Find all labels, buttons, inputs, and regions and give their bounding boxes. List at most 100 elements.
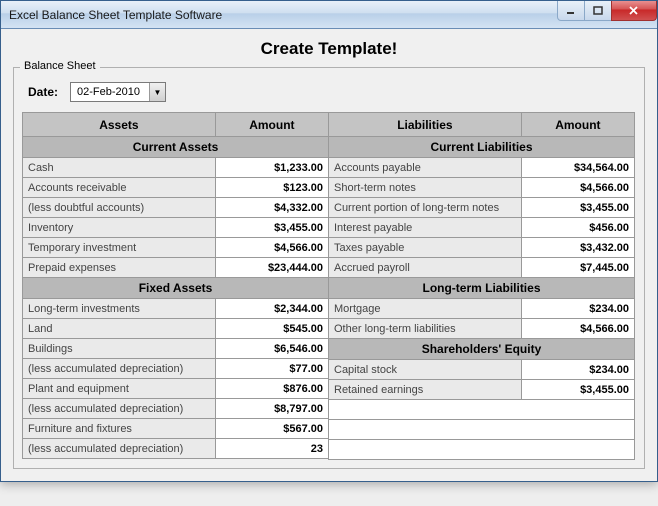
- row-amount[interactable]: $123.00: [215, 178, 328, 198]
- row-amount[interactable]: $77.00: [215, 359, 328, 379]
- row-label[interactable]: Temporary investment: [23, 238, 216, 258]
- row-label[interactable]: Accrued payroll: [329, 258, 522, 278]
- window-title: Excel Balance Sheet Template Software: [9, 8, 222, 22]
- row-label[interactable]: (less doubtful accounts): [23, 198, 216, 218]
- table-row: Accounts payable$34,564.00: [329, 158, 635, 178]
- row-amount[interactable]: $545.00: [215, 319, 328, 339]
- row-label[interactable]: Plant and equipment: [23, 379, 216, 399]
- row-label[interactable]: Buildings: [23, 339, 216, 359]
- section-current-assets: Current Assets: [23, 137, 329, 158]
- row-label[interactable]: Cash: [23, 158, 216, 178]
- row-label[interactable]: Current portion of long-term notes: [329, 198, 522, 218]
- table-row: Plant and equipment$876.00: [23, 379, 329, 399]
- window-controls: [558, 1, 657, 21]
- row-amount[interactable]: $3,455.00: [521, 380, 634, 400]
- table-row: (less accumulated depreciation)$77.00: [23, 359, 329, 379]
- table-row: Prepaid expenses$23,444.00: [23, 258, 329, 278]
- row-label[interactable]: Retained earnings: [329, 380, 522, 400]
- table-row: (less accumulated depreciation)$8,797.00: [23, 399, 329, 419]
- close-icon: [628, 5, 640, 17]
- row-amount[interactable]: $8,797.00: [215, 399, 328, 419]
- header-assets: Assets: [23, 113, 216, 137]
- table-row: Furniture and fixtures$567.00: [23, 419, 329, 439]
- row-label[interactable]: Accounts receivable: [23, 178, 216, 198]
- row-amount[interactable]: $6,546.00: [215, 339, 328, 359]
- minimize-button[interactable]: [557, 1, 585, 21]
- liabilities-column: Liabilities Amount Current Liabilities A…: [329, 112, 636, 460]
- row-label[interactable]: Interest payable: [329, 218, 522, 238]
- row-label[interactable]: Land: [23, 319, 216, 339]
- row-amount[interactable]: $3,455.00: [521, 198, 634, 218]
- table-row: Mortgage$234.00: [329, 299, 635, 319]
- date-input[interactable]: [71, 84, 149, 100]
- row-label[interactable]: Taxes payable: [329, 238, 522, 258]
- row-label[interactable]: (less accumulated depreciation): [23, 359, 216, 379]
- table-row: Inventory$3,455.00: [23, 218, 329, 238]
- row-amount[interactable]: $567.00: [215, 419, 328, 439]
- date-row: Date: ▼: [22, 76, 636, 112]
- date-label: Date:: [28, 85, 58, 99]
- row-label[interactable]: Prepaid expenses: [23, 258, 216, 278]
- table-row: Accrued payroll$7,445.00: [329, 258, 635, 278]
- row-label[interactable]: (less accumulated depreciation): [23, 439, 216, 459]
- row-label[interactable]: Mortgage: [329, 299, 522, 319]
- close-button[interactable]: [611, 1, 657, 21]
- row-label[interactable]: Long-term investments: [23, 299, 216, 319]
- empty-cell[interactable]: [329, 400, 635, 420]
- table-header-row: Assets Amount: [23, 113, 329, 137]
- row-amount[interactable]: $34,564.00: [521, 158, 634, 178]
- table-row: Long-term investments$2,344.00: [23, 299, 329, 319]
- section-shareholders-equity: Shareholders' Equity: [329, 339, 635, 360]
- table-row: Buildings$6,546.00: [23, 339, 329, 359]
- table-row: Other long-term liabilities$4,566.00: [329, 319, 635, 339]
- titlebar[interactable]: Excel Balance Sheet Template Software: [1, 1, 657, 29]
- row-label[interactable]: Accounts payable: [329, 158, 522, 178]
- section-long-term-liabilities: Long-term Liabilities: [329, 278, 635, 299]
- row-label[interactable]: Other long-term liabilities: [329, 319, 522, 339]
- row-amount[interactable]: $1,233.00: [215, 158, 328, 178]
- row-label[interactable]: Inventory: [23, 218, 216, 238]
- table-row: [329, 420, 635, 440]
- row-label[interactable]: (less accumulated depreciation): [23, 399, 216, 419]
- maximize-button[interactable]: [584, 1, 612, 21]
- date-picker[interactable]: ▼: [70, 82, 166, 102]
- table-row: Current portion of long-term notes$3,455…: [329, 198, 635, 218]
- row-amount[interactable]: $3,432.00: [521, 238, 634, 258]
- header-amount: Amount: [521, 113, 634, 137]
- application-window: Excel Balance Sheet Template Software Cr…: [0, 0, 658, 482]
- minimize-icon: [566, 6, 576, 16]
- table-row: Land$545.00: [23, 319, 329, 339]
- row-amount[interactable]: 23: [215, 439, 328, 459]
- section-current-liabilities: Current Liabilities: [329, 137, 635, 158]
- row-amount[interactable]: $4,332.00: [215, 198, 328, 218]
- empty-cell[interactable]: [329, 420, 635, 440]
- row-amount[interactable]: $3,455.00: [215, 218, 328, 238]
- row-amount[interactable]: $234.00: [521, 299, 634, 319]
- row-amount[interactable]: $4,566.00: [521, 178, 634, 198]
- row-amount[interactable]: $876.00: [215, 379, 328, 399]
- assets-table: Assets Amount Current Assets Cash$1,233.…: [22, 112, 329, 459]
- row-amount[interactable]: $234.00: [521, 360, 634, 380]
- date-dropdown-button[interactable]: ▼: [149, 83, 165, 101]
- fieldset-legend: Balance Sheet: [20, 60, 100, 72]
- row-label[interactable]: Capital stock: [329, 360, 522, 380]
- row-amount[interactable]: $456.00: [521, 218, 634, 238]
- table-row: Capital stock$234.00: [329, 360, 635, 380]
- table-row: Temporary investment$4,566.00: [23, 238, 329, 258]
- row-amount[interactable]: $23,444.00: [215, 258, 328, 278]
- row-label[interactable]: Short-term notes: [329, 178, 522, 198]
- row-amount[interactable]: $2,344.00: [215, 299, 328, 319]
- header-amount: Amount: [215, 113, 328, 137]
- row-amount[interactable]: $7,445.00: [521, 258, 634, 278]
- chevron-down-icon: ▼: [154, 88, 162, 97]
- table-row: [329, 440, 635, 460]
- table-header-row: Liabilities Amount: [329, 113, 635, 137]
- empty-cell[interactable]: [329, 440, 635, 460]
- row-amount[interactable]: $4,566.00: [215, 238, 328, 258]
- row-amount[interactable]: $4,566.00: [521, 319, 634, 339]
- balance-sheet-fieldset: Balance Sheet Date: ▼ Assets: [13, 67, 645, 469]
- row-label[interactable]: Furniture and fixtures: [23, 419, 216, 439]
- maximize-icon: [593, 6, 603, 16]
- table-row: (less doubtful accounts)$4,332.00: [23, 198, 329, 218]
- table-row: Cash$1,233.00: [23, 158, 329, 178]
